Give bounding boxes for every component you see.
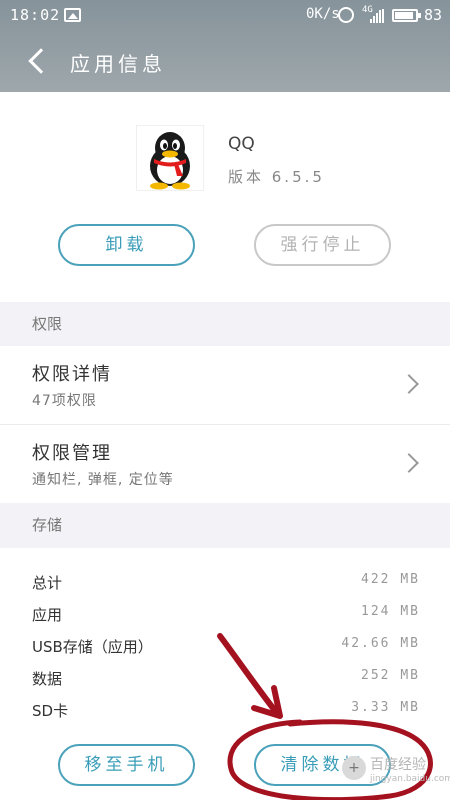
force-stop-button[interactable]: 强行停止 [254,224,391,266]
watermark: + 百度经验 jingyan.baidu.com [342,748,450,798]
status-time: 18:02 [10,6,61,24]
page-title: 应用信息 [70,52,166,76]
network-speed: 0K/s [306,6,340,22]
chevron-right-icon [399,453,419,473]
signal-icon [370,9,384,23]
storage-row-total: 总计 422 MB [0,572,450,598]
uninstall-button[interactable]: 卸载 [58,224,195,266]
app-name: QQ [228,134,255,154]
storage-label: SD卡 [32,702,69,720]
battery-level: 83 [424,6,443,24]
app-header: 应用信息 [0,32,450,92]
qq-penguin-icon [137,126,203,190]
permission-management-row[interactable]: 权限管理 通知栏, 弹框, 定位等 [0,425,450,503]
watermark-title: 百度经验 [370,757,426,773]
row-subtitle: 通知栏, 弹框, 定位等 [32,472,174,488]
back-icon[interactable] [24,44,54,78]
status-bar: 18:02 0K/s 4G 83 [0,0,450,32]
app-info-card: QQ 版本 6.5.5 卸载 强行停止 [0,92,450,302]
storage-row-usb: USB存储（应用） 42.66 MB [0,636,450,662]
battery-icon [392,9,421,22]
storage-value: 42.66 MB [341,636,420,651]
row-title: 权限详情 [32,364,112,385]
move-to-phone-button[interactable]: 移至手机 [58,744,195,786]
alarm-icon [338,7,354,23]
app-version: 版本 6.5.5 [228,168,325,186]
watermark-badge: + [342,756,366,780]
storage-label: 总计 [32,574,63,592]
storage-label: 应用 [32,606,63,624]
storage-value: 422 MB [361,572,420,587]
storage-row-app: 应用 124 MB [0,604,450,630]
storage-row-data: 数据 252 MB [0,668,450,694]
storage-section-header: 存储 [0,503,450,548]
top-bar: 18:02 0K/s 4G 83 应用信息 [0,0,450,92]
chevron-right-icon [399,374,419,394]
image-notification-icon [64,8,81,22]
permissions-section-header: 权限 [0,302,450,346]
row-subtitle: 47项权限 [32,393,97,409]
storage-value: 252 MB [361,668,420,683]
watermark-url: jingyan.baidu.com [370,774,450,784]
row-title: 权限管理 [32,443,112,464]
storage-label: USB存储（应用） [32,638,153,656]
storage-value: 124 MB [361,604,420,619]
storage-row-sd: SD卡 3.33 MB [0,700,450,726]
storage-value: 3.33 MB [351,700,420,715]
permission-details-row[interactable]: 权限详情 47项权限 [0,346,450,424]
storage-label: 数据 [32,670,63,688]
